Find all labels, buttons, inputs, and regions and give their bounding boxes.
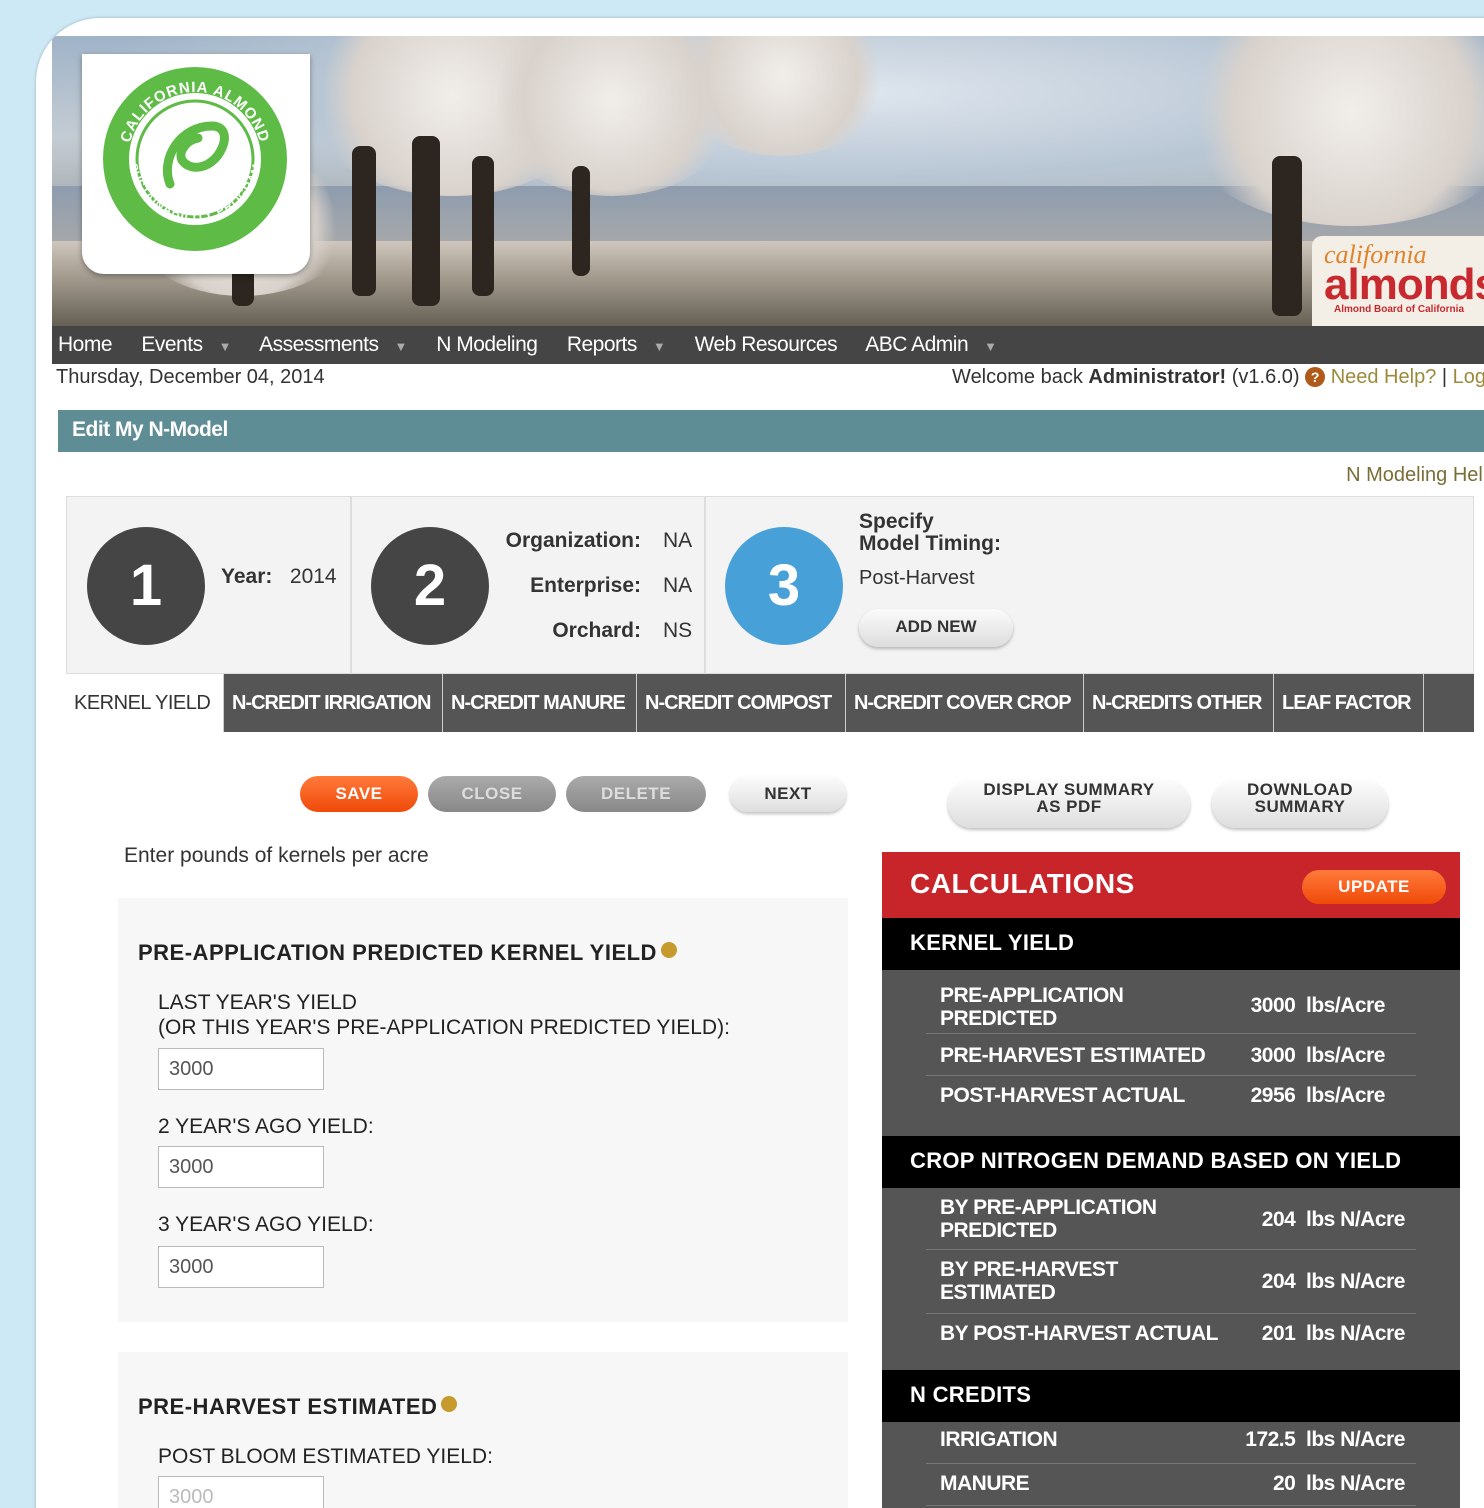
organization-label: Organization: [505, 529, 641, 552]
step-2-badge: 2 [371, 527, 489, 645]
calc-row: BY POST-HARVEST ACTUAL 201 lbs N/Acre [940, 1322, 1405, 1345]
nav-reports[interactable]: Reports ▼ [567, 333, 677, 356]
tab-n-credits-other[interactable]: N-CREDITS OTHER [1084, 674, 1274, 732]
organization-value: NA [663, 529, 693, 552]
tab-n-credit-irrigation[interactable]: N-CREDIT IRRIGATION [224, 674, 443, 732]
orchard-value: NS [663, 619, 693, 642]
nav-home[interactable]: Home [58, 333, 124, 356]
tab-n-credit-cover-crop[interactable]: N-CREDIT COVER CROP [846, 674, 1084, 732]
nav-web-resources[interactable]: Web Resources [695, 333, 850, 356]
tab-bar: KERNEL YIELD N-CREDIT IRRIGATION N-CREDI… [66, 674, 1474, 732]
delete-button[interactable]: DELETE [566, 776, 706, 812]
post-bloom-input[interactable] [158, 1476, 324, 1508]
chevron-down-icon: ▼ [984, 339, 997, 354]
chevron-down-icon: ▼ [218, 339, 232, 354]
pre-harvest-section: PRE-HARVEST ESTIMATED POST BLOOM ESTIMAT… [118, 1352, 848, 1508]
save-button[interactable]: SAVE [300, 776, 418, 812]
brand-tagline: Almond Board of California [1334, 304, 1464, 315]
specify-label: Specify [859, 510, 934, 533]
three-years-ago-label: 3 YEAR'S AGO YIELD: [158, 1213, 374, 1236]
crop-nitrogen-demand-heading: CROP NITROGEN DEMAND BASED ON YIELD [882, 1136, 1460, 1188]
last-year-yield-label: LAST YEAR'S YIELD (OR THIS YEAR'S PRE-APP… [158, 991, 730, 1039]
version: (v1.6.0) [1226, 366, 1306, 388]
n-modeling-help-link[interactable]: N Modeling Help [1346, 464, 1484, 487]
calc-row: MANURE 20 lbs N/Acre [926, 1464, 1416, 1506]
year-value: 2014 [289, 565, 337, 588]
step-3-badge: 3 [725, 527, 843, 645]
app-window: CALIFORNIA ALMOND SUSTAINABILITY PROGRAM… [36, 18, 1484, 1508]
pre-application-section: PRE-APPLICATION PREDICTED KERNEL YIELD L… [118, 898, 848, 1322]
two-years-ago-label: 2 YEAR'S AGO YIELD: [158, 1115, 374, 1138]
sustainability-program-logo[interactable]: CALIFORNIA ALMOND SUSTAINABILITY PROGRAM [82, 54, 310, 274]
tab-kernel-yield[interactable]: KERNEL YIELD [66, 674, 224, 732]
chevron-down-icon: ▼ [652, 339, 666, 354]
nav-abc-admin[interactable]: ABC Admin ▼ [865, 333, 1008, 356]
current-date: Thursday, December 04, 2014 [56, 366, 325, 388]
chevron-down-icon: ▼ [394, 339, 408, 354]
brand-big: almonds [1324, 260, 1484, 309]
tab-n-credit-compost[interactable]: N-CREDIT COMPOST [637, 674, 846, 732]
nav-n-modeling[interactable]: N Modeling [436, 333, 549, 356]
separator: | [1436, 366, 1453, 388]
california-almonds-brand[interactable]: california almonds Almond Board of Calif… [1312, 236, 1484, 328]
download-summary-button[interactable]: DOWNLOAD SUMMARY [1212, 780, 1388, 828]
calculations-panel: CALCULATIONS UPDATE KERNEL YIELD PRE-APPL… [882, 852, 1460, 1508]
post-bloom-label: POST BLOOM ESTIMATED YIELD: [158, 1445, 493, 1468]
help-icon[interactable]: ? [1305, 367, 1326, 387]
calc-row: IRRIGATION 172.5 lbs N/Acre [926, 1422, 1416, 1464]
model-timing-label: Model Timing: [859, 532, 1001, 555]
panel-title: Edit My N-Model [58, 410, 1484, 452]
section-title: PRE-APPLICATION PREDICTED KERNEL YIELD [138, 940, 657, 965]
close-button[interactable]: CLOSE [428, 776, 556, 812]
tab-n-credit-manure[interactable]: N-CREDIT MANURE [443, 674, 637, 732]
calc-row: BY PRE-HARVEST ESTIMATED 204 lbs N/Acre [926, 1250, 1416, 1314]
enterprise-label: Enterprise: [530, 574, 641, 597]
header-banner: CALIFORNIA ALMOND SUSTAINABILITY PROGRAM… [52, 36, 1484, 328]
model-steps: 1 Year: 2014 2 Organization: NA Enterpri… [66, 496, 1474, 675]
welcome-prefix: Welcome back [952, 366, 1089, 388]
calc-row: PRE-HARVEST ESTIMATED 3000 lbs/Acre [926, 1034, 1416, 1076]
next-button[interactable]: NEXT [730, 776, 846, 812]
tab-leaf-factor[interactable]: LEAF FACTOR [1274, 674, 1424, 732]
orchard-label: Orchard: [552, 619, 641, 642]
calc-row: BY PRE-APPLICATION PREDICTED 204 lbs N/Ac… [926, 1188, 1416, 1250]
add-new-button[interactable]: ADD NEW [859, 609, 1013, 647]
last-year-yield-input[interactable] [158, 1048, 324, 1090]
calc-row: PRE-APPLICATION PREDICTED 3000 lbs/Acre [926, 978, 1416, 1034]
three-years-ago-input[interactable] [158, 1246, 324, 1288]
logout-link[interactable]: Log [1453, 366, 1484, 388]
form-intro: Enter pounds of kernels per acre [124, 844, 429, 867]
two-years-ago-input[interactable] [158, 1146, 324, 1188]
info-icon[interactable] [660, 942, 677, 958]
need-help-link[interactable]: Need Help? [1331, 366, 1437, 388]
username: Administrator! [1088, 366, 1227, 388]
n-credits-heading: N CREDITS [882, 1370, 1460, 1422]
nav-assessments[interactable]: Assessments ▼ [259, 333, 419, 356]
nav-events[interactable]: Events ▼ [141, 333, 243, 356]
step-1-badge: 1 [87, 527, 205, 645]
kernel-yield-heading: KERNEL YIELD [882, 918, 1460, 970]
update-button[interactable]: UPDATE [1302, 870, 1446, 904]
main-nav: Home Events ▼ Assessments ▼ N Modeling Rep… [52, 326, 1484, 364]
calc-row: POST-HARVEST ACTUAL 2956 lbs/Acre [940, 1084, 1385, 1107]
model-timing-value: Post-Harvest [859, 567, 975, 589]
enterprise-value: NA [663, 574, 693, 597]
calculations-title: CALCULATIONS [910, 868, 1135, 899]
display-summary-pdf-button[interactable]: DISPLAY SUMMARY AS PDF [948, 780, 1190, 828]
section-title: PRE-HARVEST ESTIMATED [138, 1394, 438, 1419]
almond-seal-icon: CALIFORNIA ALMOND SUSTAINABILITY PROGRAM [103, 67, 287, 251]
status-bar: Thursday, December 04, 2014 Welcome back… [56, 366, 1484, 392]
info-icon[interactable] [441, 1396, 458, 1412]
year-label: Year: [221, 565, 273, 588]
